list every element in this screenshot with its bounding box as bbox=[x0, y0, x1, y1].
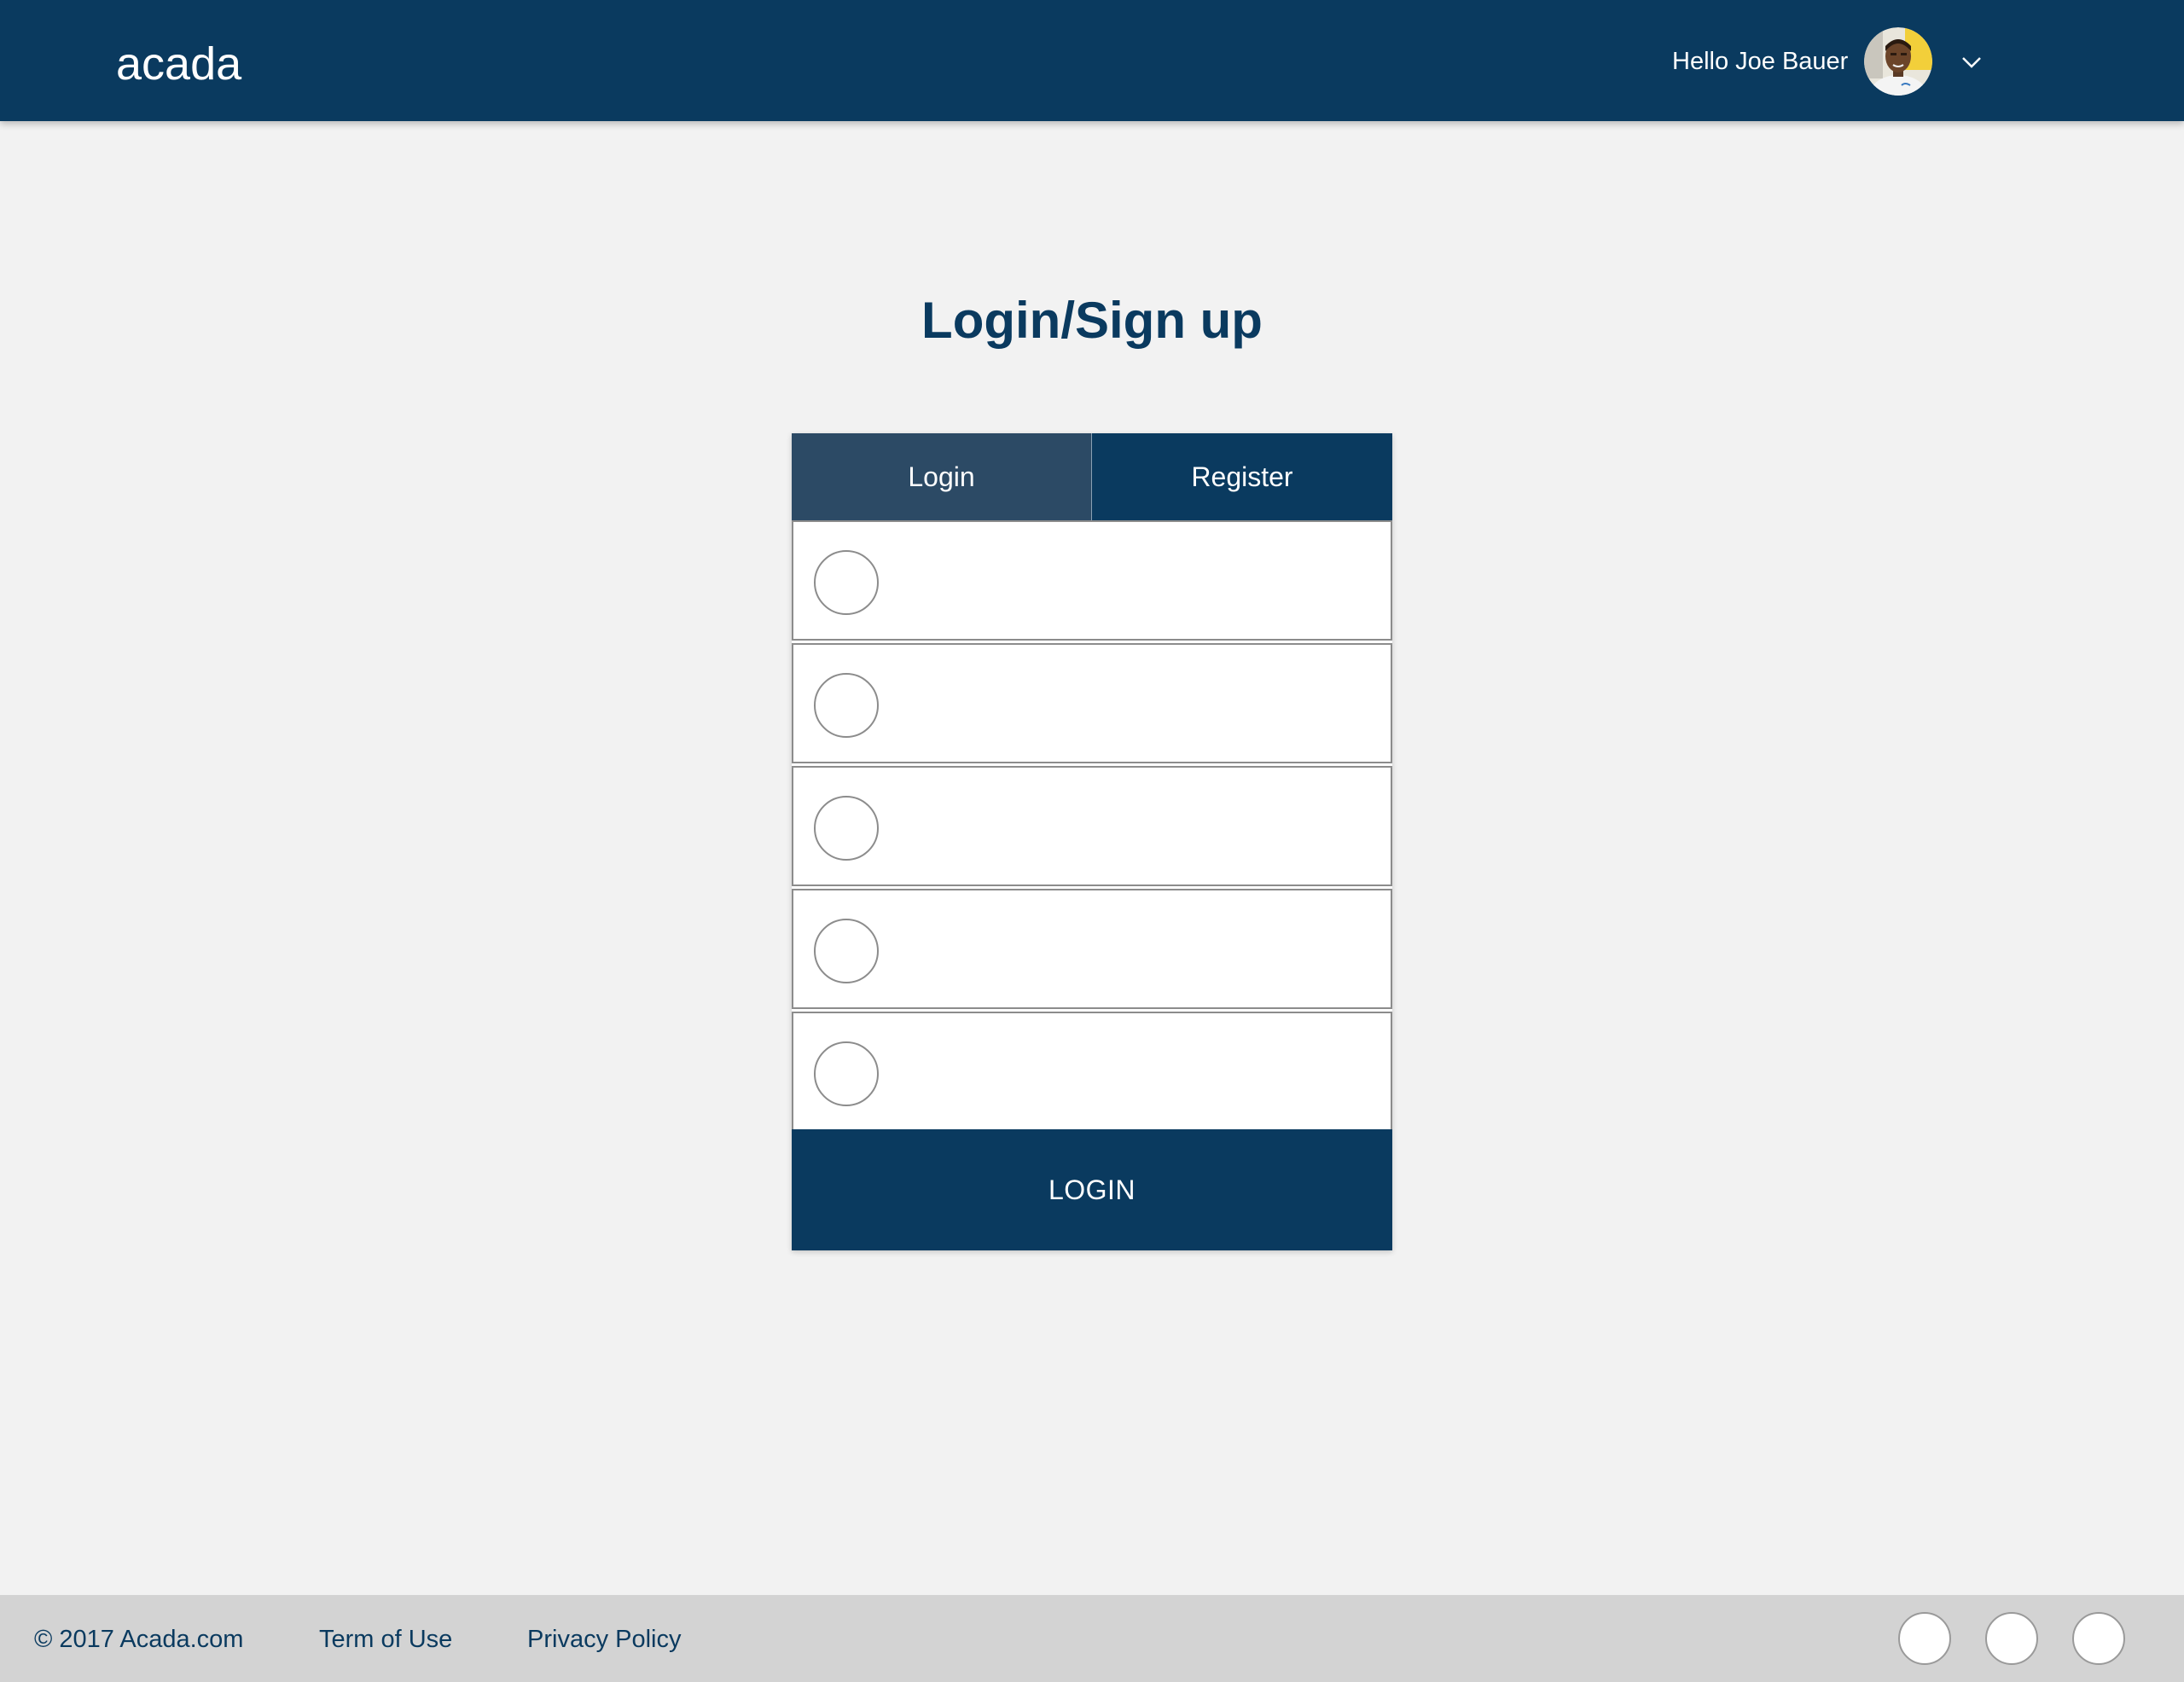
field-input-4[interactable] bbox=[896, 916, 1374, 984]
social-icon-3[interactable] bbox=[2072, 1612, 2125, 1665]
footer-copyright: © 2017 Acada.com bbox=[34, 1626, 244, 1653]
field-input-2[interactable] bbox=[896, 670, 1374, 739]
auth-card: Login Register LOGIN bbox=[792, 433, 1392, 1250]
page-title: Login/Sign up bbox=[921, 292, 1263, 349]
form-field-2[interactable] bbox=[792, 643, 1392, 763]
form-field-5[interactable] bbox=[792, 1012, 1392, 1132]
form-field-4[interactable] bbox=[792, 889, 1392, 1009]
form-field-1[interactable] bbox=[792, 520, 1392, 641]
field-input-3[interactable] bbox=[896, 793, 1374, 861]
social-icon-1[interactable] bbox=[1898, 1612, 1951, 1665]
page: acada Hello Joe Bauer Login/Sign up Logi… bbox=[0, 0, 2184, 1682]
social-icon-2[interactable] bbox=[1985, 1612, 2038, 1665]
page-footer: © 2017 Acada.com Term of Use Privacy Pol… bbox=[0, 1595, 2184, 1682]
avatar-image bbox=[1864, 27, 1932, 96]
field-circle-icon bbox=[814, 919, 879, 983]
field-circle-icon bbox=[814, 550, 879, 615]
app-logo[interactable]: acada bbox=[116, 34, 241, 94]
form-field-3[interactable] bbox=[792, 766, 1392, 886]
footer-privacy-link[interactable]: Privacy Policy bbox=[527, 1622, 682, 1656]
form-fields bbox=[792, 520, 1392, 1132]
tab-login[interactable]: Login bbox=[792, 433, 1092, 520]
chevron-down-icon[interactable] bbox=[1959, 49, 1984, 75]
auth-tabs: Login Register bbox=[792, 433, 1392, 520]
field-circle-icon bbox=[814, 796, 879, 861]
login-button[interactable]: LOGIN bbox=[792, 1129, 1392, 1250]
field-input-1[interactable] bbox=[896, 548, 1374, 616]
top-header: acada Hello Joe Bauer bbox=[0, 0, 2184, 121]
field-circle-icon bbox=[814, 673, 879, 738]
footer-terms-link[interactable]: Term of Use bbox=[319, 1622, 452, 1656]
user-greeting: Hello Joe Bauer bbox=[1672, 48, 1849, 75]
field-circle-icon bbox=[814, 1041, 879, 1106]
field-input-5[interactable] bbox=[896, 1039, 1374, 1107]
user-avatar[interactable] bbox=[1864, 27, 1932, 96]
tab-register[interactable]: Register bbox=[1092, 433, 1392, 520]
